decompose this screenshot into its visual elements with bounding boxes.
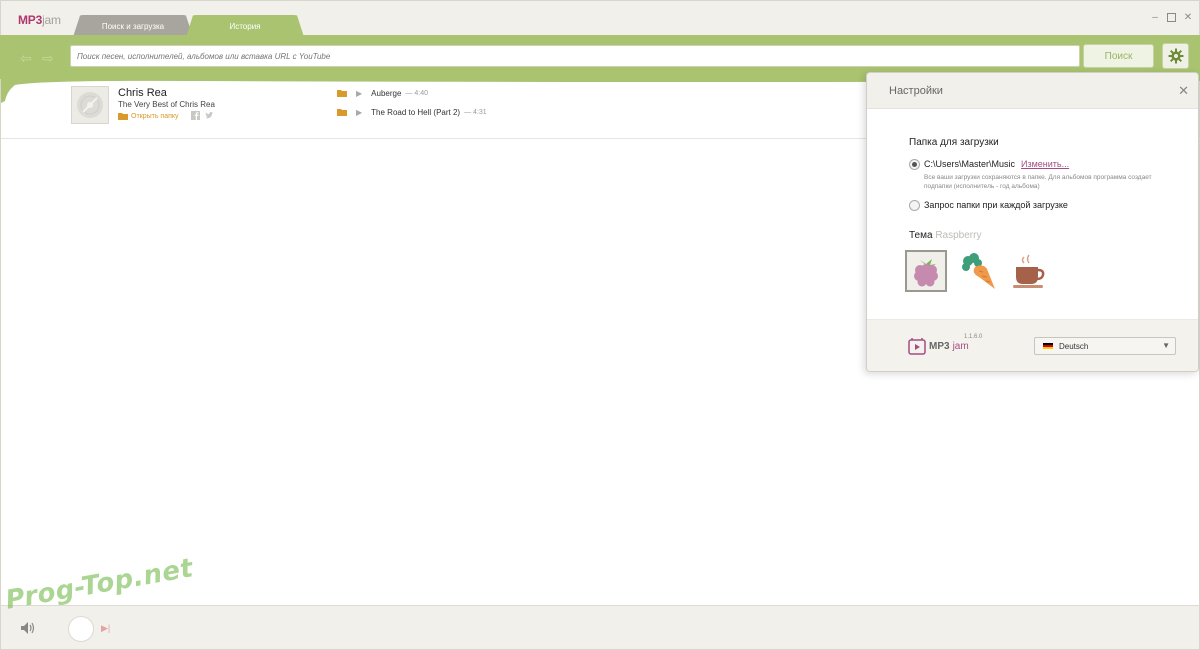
track-duration: — 4:40 (405, 89, 428, 97)
forward-arrow-icon[interactable]: ⇨ (42, 50, 54, 67)
close-icon[interactable]: ✕ (1178, 83, 1189, 99)
play-icon[interactable]: ▶ (356, 108, 362, 117)
settings-footer: MP3 jam 1.1.6.0 Deutsch ▼ (867, 319, 1198, 371)
raspberry-theme[interactable] (905, 250, 947, 292)
settings-button[interactable] (1162, 43, 1189, 69)
open-folder-link[interactable]: Открыть папку (118, 112, 179, 120)
app-logo: MP3jam (18, 13, 61, 27)
minimize-icon[interactable]: – (1150, 13, 1160, 23)
carrot-theme[interactable] (958, 250, 1000, 292)
folder-hint: Все ваши загрузки сохраняются в папке. Д… (924, 174, 1152, 190)
change-folder-link[interactable]: Изменить... (1021, 159, 1069, 169)
folder-icon[interactable] (337, 89, 347, 97)
radio-fixed-folder[interactable] (909, 159, 920, 170)
tab-history[interactable]: История (186, 15, 304, 37)
folder-icon[interactable] (337, 108, 347, 116)
track-title: The Road to Hell (Part 2) (371, 107, 461, 117)
next-icon[interactable]: ▶| (101, 623, 110, 634)
radio-ask-folder[interactable] (909, 200, 920, 211)
folder-path-label: C:\Users\Master\Music Изменить... (924, 159, 1070, 169)
coffee-theme[interactable] (1009, 250, 1051, 292)
track-row: ▶ Auberge — 4:40 (337, 87, 428, 99)
raspberry-icon (914, 259, 938, 287)
play-icon[interactable]: ▶ (356, 89, 362, 98)
german-flag-icon (1043, 343, 1053, 349)
back-arrow-icon[interactable]: ⇦ (20, 50, 32, 67)
mp3jam-logo-icon (908, 338, 926, 355)
version-label: 1.1.6.0 (964, 334, 983, 340)
artist-name: Chris Rea (118, 87, 167, 99)
language-select[interactable]: Deutsch ▼ (1034, 337, 1176, 355)
track-duration: — 4:31 (464, 108, 487, 116)
close-window-icon[interactable]: ✕ (1183, 13, 1193, 23)
track-title: Auberge (371, 88, 402, 98)
play-button[interactable] (68, 616, 94, 642)
tab-search-download[interactable]: Поиск и загрузка (73, 15, 193, 37)
coffee-cup-icon (1013, 254, 1045, 288)
disc-icon (77, 92, 103, 118)
footer-logo: MP3 jam (908, 337, 969, 355)
facebook-icon[interactable] (191, 111, 200, 120)
theme-label: Тема Raspberry (909, 230, 982, 241)
gear-icon (1168, 48, 1183, 64)
carrot-icon (962, 253, 995, 289)
settings-panel: Настройки ✕ Папка для загрузки C:\Users\… (866, 72, 1199, 372)
twitter-icon[interactable] (205, 111, 214, 120)
settings-title: Настройки (889, 85, 943, 97)
chevron-down-icon: ▼ (1162, 341, 1170, 350)
title-bar: MP3jam Поиск и загрузка История – ✕ (0, 0, 1200, 37)
search-input[interactable] (70, 45, 1080, 67)
player-bar: ▶| (0, 605, 1200, 650)
folder-icon (118, 113, 128, 120)
volume-icon[interactable] (21, 622, 35, 634)
search-button[interactable]: Поиск (1083, 44, 1154, 68)
album-cover (71, 86, 109, 124)
ask-folder-label: Запрос папки при каждой загрузке (924, 200, 1068, 210)
theme-name: Raspberry (935, 230, 982, 241)
download-folder-title: Папка для загрузки (909, 137, 999, 148)
album-title: The Very Best of Chris Rea (118, 100, 215, 109)
settings-header: Настройки ✕ (867, 73, 1198, 109)
maximize-icon[interactable] (1166, 13, 1176, 23)
track-row: ▶ The Road to Hell (Part 2) — 4:31 (337, 106, 487, 118)
